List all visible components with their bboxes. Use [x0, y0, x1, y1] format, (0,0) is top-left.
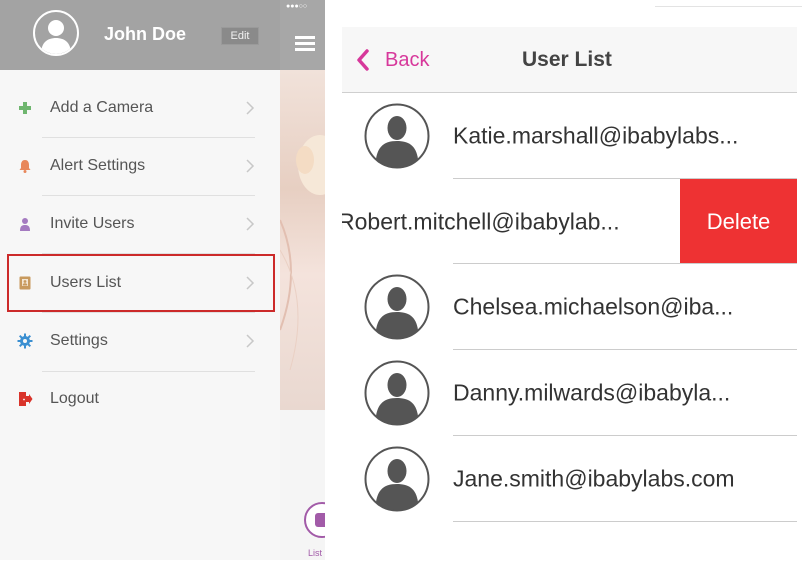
chevron-left-icon [357, 49, 369, 71]
user-list-screen: Back User List Katie.marshall@ibabylabs.… [342, 27, 797, 552]
row-divider [453, 263, 797, 264]
person-silhouette-icon [41, 20, 71, 54]
signal-strength: ●●●○○ [286, 3, 308, 10]
home-screen-peek: ●●●○○ List [280, 0, 325, 560]
user-avatar-icon [364, 446, 430, 512]
user-email: Jane.smith@ibabylabs.com [453, 465, 735, 492]
user-email: Chelsea.michaelson@iba... [453, 293, 734, 320]
row-divider [453, 349, 797, 350]
users-list-highlight [7, 254, 275, 312]
menu-item-label: Add a Camera [50, 99, 154, 116]
menu-item-label: Invite Users [50, 215, 135, 232]
baby-photo-illustration [280, 135, 325, 371]
user-avatar-icon [364, 360, 430, 426]
hamburger-menu-icon[interactable] [295, 36, 315, 52]
frame-edge-line [655, 6, 802, 7]
menu-item-invite-users[interactable]: Invite Users [0, 195, 280, 253]
user-avatar-icon [364, 103, 430, 169]
list-tab-label[interactable]: List [308, 548, 322, 558]
gear-icon [17, 333, 33, 349]
chevron-right-icon [246, 159, 255, 173]
user-email: Robert.mitchell@ibabylab... [342, 208, 620, 234]
camera-feed-image [280, 70, 325, 410]
user-row-robert-swiped[interactable]: Robert.mitchell@ibabylab... Delete [342, 179, 797, 264]
user-email: Danny.milwards@ibabyla... [453, 379, 731, 406]
logout-door-icon [19, 392, 33, 406]
user-row-katie[interactable]: Katie.marshall@ibabylabs... [342, 93, 797, 179]
edit-profile-button[interactable]: Edit [221, 27, 259, 45]
person-icon [20, 218, 30, 231]
row-divider [453, 435, 797, 436]
plus-icon [19, 102, 31, 114]
user-email: Katie.marshall@ibabylabs... [453, 122, 739, 149]
user-row-chelsea[interactable]: Chelsea.michaelson@iba... [342, 264, 797, 350]
speaker-icon [315, 513, 325, 527]
chevron-right-icon [246, 334, 255, 348]
user-row-jane[interactable]: Jane.smith@ibabylabs.com [342, 436, 797, 522]
user-name: John Doe [104, 24, 187, 44]
menu-item-settings[interactable]: Settings [0, 312, 280, 370]
row-divider [453, 521, 797, 522]
menu-header: John Doe Edit [0, 0, 280, 70]
side-menu: John Doe Edit Add a Camera Alert Setting… [0, 0, 280, 560]
delete-button[interactable]: Delete [680, 179, 797, 264]
menu-item-label: Logout [50, 390, 99, 407]
side-menu-screen: John Doe Edit Add a Camera Alert Setting… [0, 0, 325, 560]
back-label: Back [385, 49, 430, 71]
menu-item-add-camera[interactable]: Add a Camera [0, 79, 280, 137]
profile-avatar[interactable] [33, 10, 79, 56]
menu-item-alert-settings[interactable]: Alert Settings [0, 137, 280, 195]
user-avatar-icon [364, 274, 430, 340]
chevron-right-icon [246, 217, 255, 231]
chevron-right-icon [246, 101, 255, 115]
menu-item-logout[interactable]: Logout [0, 370, 280, 428]
user-row-danny[interactable]: Danny.milwards@ibabyla... [342, 350, 797, 436]
nav-bar: Back User List [342, 27, 797, 93]
row-divider [453, 178, 797, 179]
bell-icon [19, 160, 31, 173]
menu-item-label: Settings [50, 332, 108, 349]
menu-item-label: Alert Settings [50, 157, 146, 174]
page-title: User List [522, 48, 612, 71]
home-nav-bar: ●●●○○ [280, 0, 325, 70]
